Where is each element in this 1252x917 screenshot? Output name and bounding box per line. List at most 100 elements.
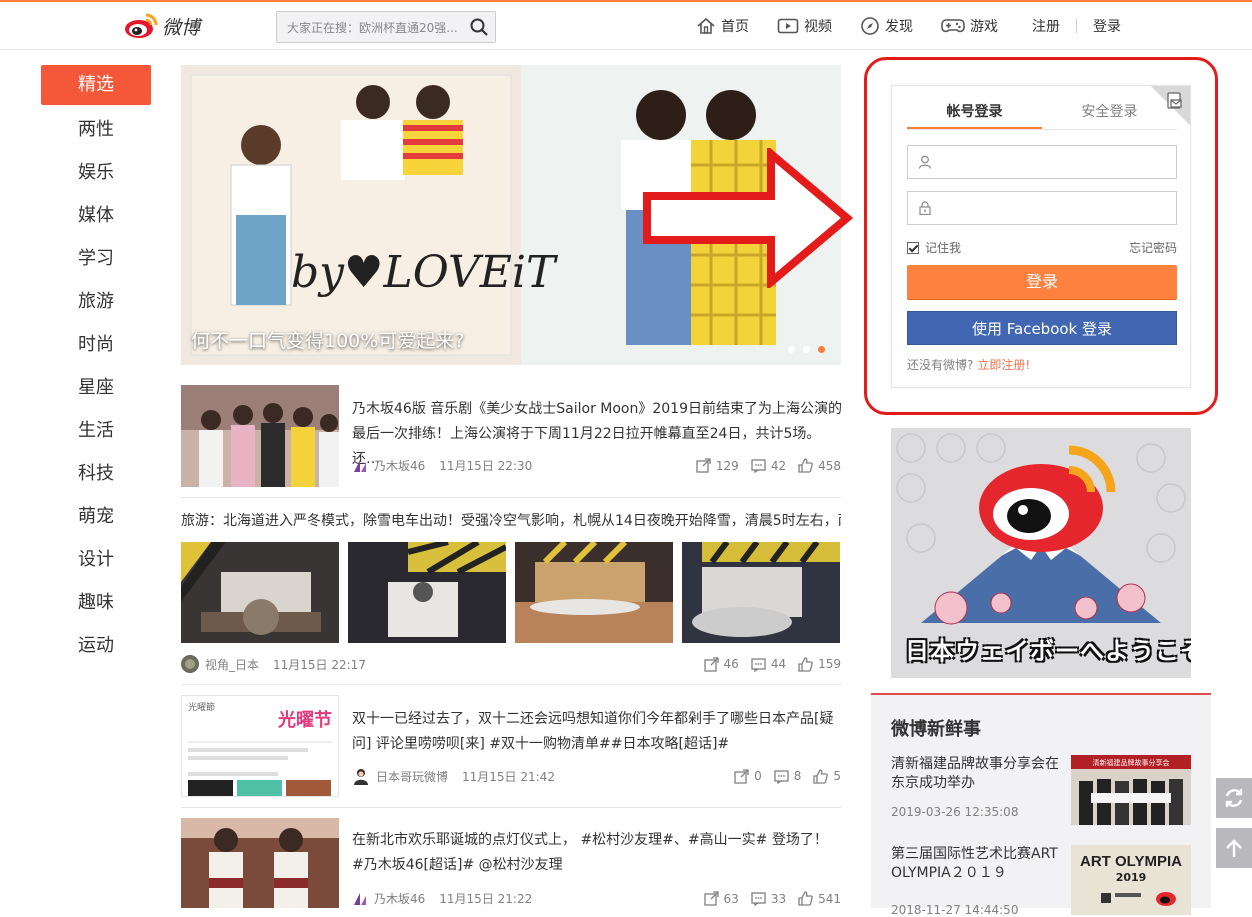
feed-author[interactable]: 乃木坂46 xyxy=(352,457,425,474)
thumbs-up-icon xyxy=(798,656,813,672)
password-field[interactable] xyxy=(907,191,1177,225)
avatar xyxy=(354,769,368,785)
comment-count: 33 xyxy=(770,891,787,906)
weibo-logo[interactable]: 微博 xyxy=(124,10,200,42)
nav-video[interactable]: 视频 xyxy=(777,16,832,36)
remember-checkbox[interactable] xyxy=(907,241,919,254)
like-button[interactable]: 458 xyxy=(798,458,841,473)
nav-home[interactable]: 首页 xyxy=(696,16,749,36)
category-item-sports[interactable]: 运动 xyxy=(41,624,151,667)
share-count: 46 xyxy=(723,657,739,671)
share-button[interactable]: 46 xyxy=(703,656,739,672)
remember-label[interactable]: 记住我 xyxy=(925,239,961,256)
thumbs-up-icon xyxy=(813,768,829,784)
feed-image[interactable] xyxy=(515,542,673,643)
like-count: 5 xyxy=(833,769,841,783)
comment-button[interactable]: 8 xyxy=(774,769,801,784)
register-link[interactable]: 注册 xyxy=(1032,16,1060,36)
signup-link[interactable]: 立即注册! xyxy=(977,358,1030,372)
category-item-gender[interactable]: 两性 xyxy=(41,108,151,151)
forgot-password-link[interactable]: 忘记密码 xyxy=(1129,239,1177,256)
like-count: 458 xyxy=(818,458,841,473)
feed-stats: 0 8 5 xyxy=(734,768,841,784)
feed-text[interactable]: 双十一已经过去了，双十二还会远吗想知道你们今年都剁手了哪些日本产品[疑问] 评论… xyxy=(352,707,842,757)
comment-button[interactable]: 42 xyxy=(751,458,786,473)
category-item-tech[interactable]: 科技 xyxy=(41,452,151,495)
banner-logo-text: by♥LOVEiT xyxy=(291,247,559,298)
feed-image[interactable] xyxy=(181,542,339,643)
username-field[interactable] xyxy=(907,145,1177,179)
comment-button[interactable]: 33 xyxy=(751,891,786,906)
login-panel: 帐号登录 安全登录 记住我 忘记密码 登录 使用 Facebook 登录 还没有… xyxy=(891,85,1191,388)
feed-thumbnail[interactable] xyxy=(181,385,339,487)
category-item-entertainment[interactable]: 娱乐 xyxy=(41,151,151,194)
search-input[interactable]: 大家正在搜：欧洲杯直通20强... xyxy=(277,19,463,36)
thumbs-up-icon xyxy=(798,891,813,906)
tab-account-login[interactable]: 帐号登录 xyxy=(907,94,1042,129)
feed-thumbnail[interactable] xyxy=(181,818,339,908)
login-link[interactable]: 登录 xyxy=(1093,16,1121,36)
search-icon[interactable] xyxy=(463,12,495,42)
feed-author[interactable]: 日本哥玩微博 xyxy=(352,767,448,785)
category-item-study[interactable]: 学习 xyxy=(41,237,151,280)
share-button[interactable]: 63 xyxy=(703,891,739,906)
promo-ad[interactable]: 日本ウェイボーへようこそ xyxy=(891,428,1191,678)
feed-author-name[interactable]: 日本哥玩微博 xyxy=(376,768,448,785)
video-icon xyxy=(777,18,799,34)
like-button[interactable]: 159 xyxy=(798,656,841,672)
category-item-travel[interactable]: 旅游 xyxy=(41,280,151,323)
category-item-design[interactable]: 设计 xyxy=(41,538,151,581)
category-item-fashion[interactable]: 时尚 xyxy=(41,323,151,366)
news-item[interactable]: 第三届国际性艺术比赛ART OLYMPIA２０１９ 2018-11-27 14:… xyxy=(891,845,1191,917)
share-count: 0 xyxy=(754,769,762,783)
news-item[interactable]: 清新福建品牌故事分享会在东京成功举办 2019-03-26 12:35:08 清… xyxy=(891,755,1191,825)
category-item-pets[interactable]: 萌宠 xyxy=(41,495,151,538)
tab-secure-login[interactable]: 安全登录 xyxy=(1042,94,1177,129)
feed-item[interactable]: 在新北市欢乐耶诞城的点灯仪式上， #松村沙友理#、#高山一实# 登场了！ #乃木… xyxy=(181,818,841,908)
share-button[interactable]: 0 xyxy=(734,768,762,784)
nav-game[interactable]: 游戏 xyxy=(941,16,998,36)
like-button[interactable]: 541 xyxy=(798,891,841,906)
category-item-featured[interactable]: 精选 xyxy=(41,65,151,105)
feed-text[interactable]: 在新北市欢乐耶诞城的点灯仪式上， #松村沙友理#、#高山一实# 登场了！ #乃木… xyxy=(352,828,842,878)
share-button[interactable]: 129 xyxy=(696,458,739,473)
feed-image[interactable] xyxy=(682,542,840,643)
category-item-media[interactable]: 媒体 xyxy=(41,194,151,237)
carousel-dot[interactable] xyxy=(803,346,810,353)
fresh-news-panel: 微博新鲜事 清新福建品牌故事分享会在东京成功举办 2019-03-26 12:3… xyxy=(871,693,1211,917)
nav-video-label: 视频 xyxy=(804,19,832,35)
category-item-horoscope[interactable]: 星座 xyxy=(41,366,151,409)
comment-button[interactable]: 44 xyxy=(751,657,786,672)
feed-author-name[interactable]: 乃木坂46 xyxy=(374,890,425,907)
main-nav: 首页 视频 发现 游戏 注册 登录 xyxy=(696,16,1121,36)
login-button[interactable]: 登录 xyxy=(907,265,1177,299)
refresh-button[interactable] xyxy=(1216,778,1252,818)
feed-image[interactable] xyxy=(348,542,506,643)
feed-thumbnail[interactable]: 光曜節 光曜节 xyxy=(181,695,339,797)
feed-item[interactable]: 乃木坂46版 音乐剧《美少女战士Sailor Moon》2019日前结束了为上海… xyxy=(181,385,842,487)
feed-stats: 129 42 458 xyxy=(696,458,841,473)
feed-author-name[interactable]: 乃木坂46 xyxy=(374,457,425,474)
nav-discover[interactable]: 发现 xyxy=(860,16,913,36)
carousel-dot[interactable] xyxy=(788,346,795,353)
news-image[interactable]: 清新福建品牌故事分享会 xyxy=(1071,755,1191,825)
news-title[interactable]: 清新福建品牌故事分享会在东京成功举办 xyxy=(891,755,1061,793)
category-item-life[interactable]: 生活 xyxy=(41,409,151,452)
feed-time: 11月15日 22:30 xyxy=(439,459,533,473)
like-button[interactable]: 5 xyxy=(813,768,841,784)
back-to-top-button[interactable] xyxy=(1216,828,1252,868)
carousel-dot-active[interactable] xyxy=(818,346,825,353)
feed-author[interactable]: 视角_日本 xyxy=(181,655,259,673)
news-image[interactable]: ART OLYMPIA 2019 xyxy=(1071,845,1191,915)
comment-icon xyxy=(751,892,766,906)
feed-author[interactable]: 乃木坂46 xyxy=(352,890,425,907)
feed-author-name[interactable]: 视角_日本 xyxy=(205,656,259,673)
search-box[interactable]: 大家正在搜：欧洲杯直通20强... xyxy=(276,11,496,43)
news-image-title: ART OLYMPIA xyxy=(1080,853,1182,870)
banner-caption[interactable]: 何不一口气变得100%可爱起来? xyxy=(191,326,464,353)
category-item-fun[interactable]: 趣味 xyxy=(41,581,151,624)
news-title[interactable]: 第三届国际性艺术比赛ART OLYMPIA２０１９ xyxy=(891,845,1061,883)
feed-item[interactable]: 光曜節 光曜节 双十一已经过去了，双十二还会远吗想知道你们今年都剁手了哪些日本产… xyxy=(181,695,841,797)
feed-text[interactable]: 旅游：北海道进入严冬模式，除雪电车出动！受强冷空气影响，札幌从14日夜晚开始降雪… xyxy=(181,510,841,530)
facebook-login-button[interactable]: 使用 Facebook 登录 xyxy=(907,311,1177,345)
